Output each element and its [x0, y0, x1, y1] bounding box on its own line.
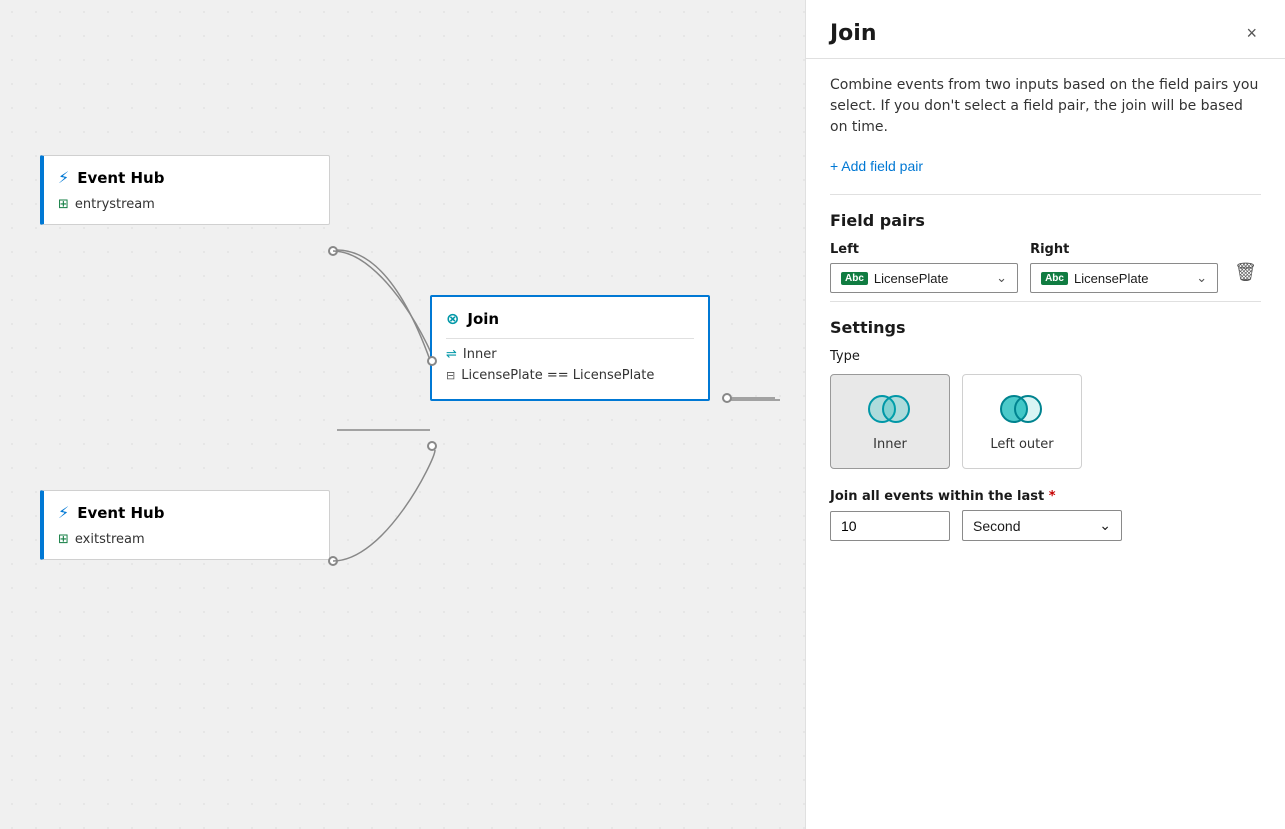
type-card-left-outer[interactable]: Left outer [962, 374, 1082, 469]
node-field-entry: ⊞ entrystream [58, 197, 315, 212]
inner-venn-icon [866, 391, 914, 427]
conn-dot-entry [328, 246, 338, 256]
right-field-value: LicensePlate [1074, 271, 1148, 286]
join-node-title: Join [467, 310, 499, 328]
type-cards-container: Inner Left outer [830, 374, 1261, 469]
left-field-chevron: ⌄ [996, 270, 1007, 286]
table-icon-exit: ⊞ [58, 532, 69, 547]
panel-description: Combine events from two inputs based on … [830, 75, 1261, 138]
join-events-number-input[interactable] [830, 511, 950, 541]
settings-section: Settings Type Inner [830, 318, 1261, 541]
left-field-col: Left Abc LicensePlate ⌄ [830, 242, 1018, 293]
settings-divider [830, 301, 1261, 302]
time-unit-dropdown[interactable]: Second ⌄ [962, 510, 1122, 541]
delete-field-pair-button[interactable]: 🗑 [1230, 258, 1261, 287]
event-hub-node-exit[interactable]: ⚡ Event Hub ⊞ exitstream [40, 490, 330, 560]
field-pairs-row: Left Abc LicensePlate ⌄ Right Abc Licens… [830, 242, 1261, 293]
left-outer-venn-icon [998, 391, 1046, 427]
conn-dot-join-right [722, 393, 732, 403]
right-field-col: Right Abc LicensePlate ⌄ [1030, 242, 1218, 293]
join-node[interactable]: ⊗ Join ⇌ Inner ⊟ LicensePlate == License… [430, 295, 710, 401]
join-condition-text: LicensePlate == LicensePlate [461, 368, 654, 383]
left-field-dropdown[interactable]: Abc LicensePlate ⌄ [830, 263, 1018, 293]
node-title-exit: Event Hub [77, 504, 164, 522]
right-abc-badge: Abc [1041, 272, 1068, 285]
right-field-chevron: ⌄ [1196, 270, 1207, 286]
join-node-divider [446, 338, 694, 339]
node-header-exit: ⚡ Event Hub [58, 503, 315, 522]
join-events-row: Second ⌄ [830, 510, 1261, 541]
type-inner-label: Inner [873, 437, 907, 452]
join-events-label-text: Join all events within the last [830, 489, 1044, 504]
node-field-exit: ⊞ exitstream [58, 532, 315, 547]
event-hub-icon-exit: ⚡ [58, 503, 69, 522]
join-type-field: ⇌ Inner [446, 347, 694, 362]
add-field-pair-button[interactable]: + Add field pair [830, 154, 923, 178]
join-condition-field: ⊟ LicensePlate == LicensePlate [446, 368, 694, 383]
required-star: * [1049, 489, 1056, 504]
left-abc-badge: Abc [841, 272, 868, 285]
type-label: Type [830, 349, 1261, 364]
join-type-label: Inner [463, 347, 497, 362]
left-field-label: Left [830, 242, 1018, 257]
time-unit-chevron: ⌄ [1099, 517, 1111, 534]
settings-section-title: Settings [830, 318, 1261, 337]
join-type-icon: ⇌ [446, 347, 457, 362]
join-node-header: ⊗ Join [446, 309, 694, 328]
join-condition-icon: ⊟ [446, 369, 455, 382]
right-field-label: Right [1030, 242, 1218, 257]
time-unit-value: Second [973, 518, 1020, 534]
conn-dot-join-left-top [427, 356, 437, 366]
join-venn-icon: ⊗ [446, 309, 459, 328]
canvas-area: ⚡ Event Hub ⊞ entrystream ⚡ Event Hub ⊞ … [0, 0, 805, 829]
canvas-grid [0, 0, 805, 829]
right-panel: Join × Combine events from two inputs ba… [805, 0, 1285, 829]
type-left-outer-label: Left outer [990, 437, 1053, 452]
node-header-entry: ⚡ Event Hub [58, 168, 315, 187]
conn-dot-exit [328, 556, 338, 566]
panel-header: Join × [806, 0, 1285, 59]
right-field-dropdown[interactable]: Abc LicensePlate ⌄ [1030, 263, 1218, 293]
field-pairs-divider [830, 194, 1261, 195]
node-field-name-entry: entrystream [75, 197, 155, 212]
event-hub-node-entry[interactable]: ⚡ Event Hub ⊞ entrystream [40, 155, 330, 225]
table-icon-entry: ⊞ [58, 197, 69, 212]
panel-body: Combine events from two inputs based on … [806, 59, 1285, 829]
close-button[interactable]: × [1242, 20, 1261, 46]
field-pairs-section-title: Field pairs [830, 211, 1261, 230]
node-title-entry: Event Hub [77, 169, 164, 187]
conn-dot-join-left-bot [427, 441, 437, 451]
event-hub-icon-entry: ⚡ [58, 168, 69, 187]
join-events-section: Join all events within the last * Second… [830, 489, 1261, 541]
panel-title: Join [830, 21, 877, 46]
left-field-value: LicensePlate [874, 271, 948, 286]
join-events-label: Join all events within the last * [830, 489, 1261, 504]
node-field-name-exit: exitstream [75, 532, 145, 547]
type-card-inner[interactable]: Inner [830, 374, 950, 469]
